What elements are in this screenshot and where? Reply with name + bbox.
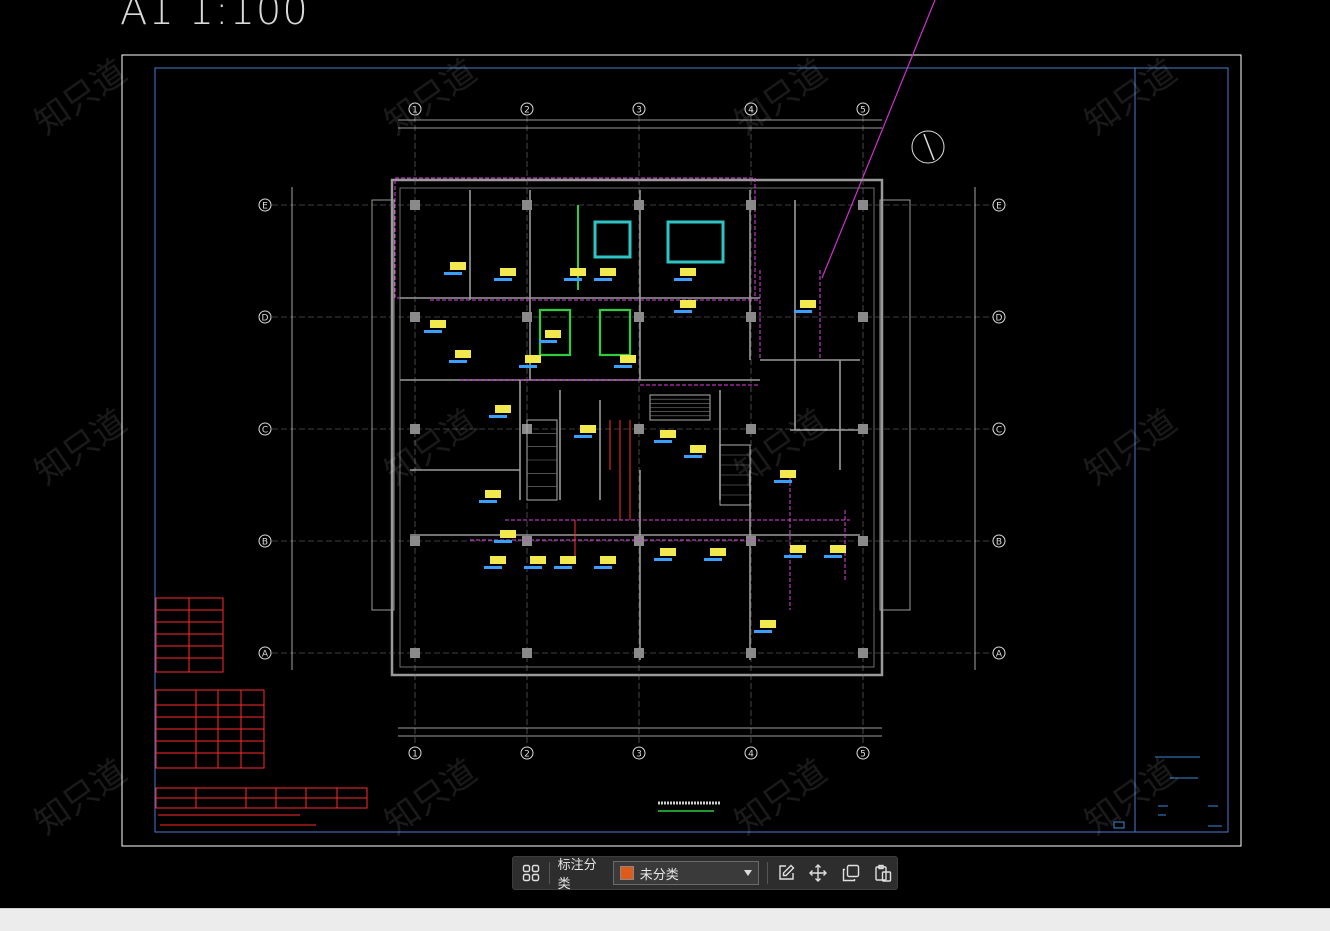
grid-bubble-label: B [996, 538, 1002, 548]
grid-bubble-label: C [996, 426, 1002, 436]
grid-bubble-label: E [262, 202, 268, 212]
axis-grid: 1 1 2 2 3 3 4 4 5 5 E E D D C C B B A A [258, 102, 1006, 760]
edit-icon[interactable] [772, 859, 800, 887]
status-bar [0, 908, 1330, 931]
chevron-down-icon [743, 870, 752, 876]
grid-bubble-label: 4 [748, 106, 754, 116]
grid-bubble-label: 3 [636, 750, 642, 760]
floor-plan-drawing: 1 1 2 2 3 3 4 4 5 5 E E D D C C B B A A [121, 0, 1242, 847]
grid-bubble-label: D [262, 314, 269, 324]
annotation-toolbar: 标注分类 未分类 [512, 856, 898, 892]
grid-bubble-label: C [262, 426, 268, 436]
north-arrow [911, 130, 945, 164]
copy-icon[interactable] [837, 859, 865, 887]
legend-table [155, 597, 368, 826]
cad-canvas[interactable]: 1 1 2 2 3 3 4 4 5 5 E E D D C C B B A A A1 1:100 知只道 知只道 知只… [0, 0, 1330, 908]
grid-bubble-label: A [262, 650, 269, 660]
toolbar-divider [766, 862, 768, 884]
category-label: 标注分类 [557, 858, 597, 892]
grid-bubble-label: 2 [524, 106, 530, 116]
leader-line [821, 0, 936, 279]
grid-icon[interactable] [517, 859, 545, 887]
grid-bubble-label: B [262, 538, 268, 548]
grid-bubble-label: 5 [860, 750, 866, 760]
move-icon[interactable] [804, 859, 832, 887]
title-block [1113, 756, 1222, 829]
grid-bubble-label: 1 [412, 750, 418, 760]
grid-bubble-label: 1 [412, 106, 418, 116]
grid-bubble-label: A [996, 650, 1003, 660]
drawing-outer-frame [121, 54, 1242, 847]
paste-icon[interactable] [869, 859, 897, 887]
grid-bubble-label: 5 [860, 106, 866, 116]
category-color-swatch [619, 866, 634, 880]
toolbar-divider [548, 862, 550, 884]
grid-bubble-label: 2 [524, 750, 530, 760]
category-dropdown[interactable]: 未分类 [612, 861, 759, 885]
selected-category: 未分类 [639, 867, 679, 883]
drawing-scale-label: A1 1:100 [120, 0, 309, 34]
interior-walls [400, 190, 868, 660]
grid-bubble-label: D [996, 314, 1003, 324]
grid-bubble-label: 3 [636, 106, 642, 116]
grid-bubble-label: E [996, 202, 1002, 212]
grid-bubble-label: 4 [748, 750, 754, 760]
